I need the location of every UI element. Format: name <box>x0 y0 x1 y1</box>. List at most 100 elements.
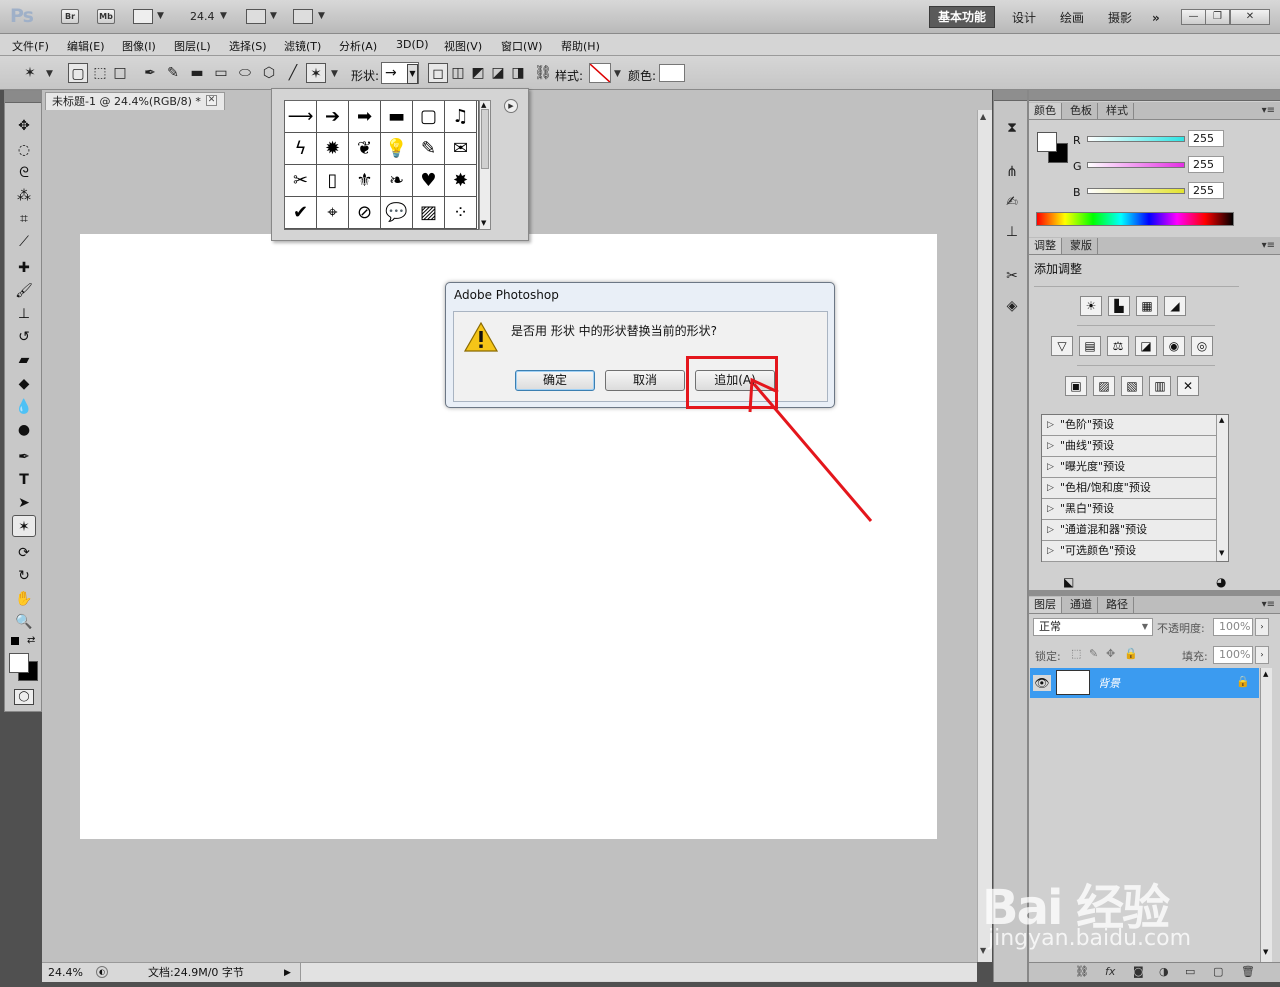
new-shape-layer-icon[interactable]: ◻ <box>428 63 448 83</box>
threshold-icon[interactable]: ▧ <box>1121 376 1143 396</box>
shape-cell[interactable]: 💬 <box>381 197 413 229</box>
eraser-tool-icon[interactable]: ▰ <box>12 349 36 371</box>
layer-visibility-eye-icon[interactable]: 👁 <box>1033 675 1051 691</box>
color-spectrum-bar[interactable] <box>1036 212 1234 226</box>
fill-arrow-icon[interactable]: › <box>1255 646 1269 664</box>
blur-tool-icon[interactable]: 💧 <box>12 396 36 418</box>
lock-pixels-icon[interactable]: ✎ <box>1089 647 1098 660</box>
gradient-map-icon[interactable]: ▥ <box>1149 376 1171 396</box>
close-window-button[interactable]: ✕ <box>1230 9 1270 25</box>
path-selection-tool-icon[interactable]: ➤ <box>12 492 36 514</box>
freeform-pen-icon[interactable]: ✎ <box>163 63 183 83</box>
shape-cell[interactable]: ✎ <box>413 133 445 165</box>
link-layers-icon[interactable]: ⛓ <box>1075 965 1089 978</box>
photo-filter-icon[interactable]: ◉ <box>1163 336 1185 356</box>
crop-tool-icon[interactable]: ⌗ <box>12 208 36 230</box>
menu-image[interactable]: 图像(I) <box>122 38 156 54</box>
horizontal-scrollbar[interactable] <box>300 963 977 981</box>
workspace-design-button[interactable]: 设计 <box>1008 9 1040 27</box>
status-menu-arrow-icon[interactable]: ▶ <box>284 964 291 982</box>
zoom-level[interactable]: 24.4 <box>190 10 215 23</box>
adjustment-layer-icon[interactable]: ◑ <box>1159 965 1169 978</box>
tools-panel-header[interactable] <box>5 91 41 103</box>
menu-help[interactable]: 帮助(H) <box>561 38 600 54</box>
preset-hue-saturation[interactable]: ▷ "色相/饱和度"预设 <box>1042 478 1216 499</box>
dodge-tool-icon[interactable]: ● <box>12 419 36 441</box>
scroll-up-icon[interactable]: ▲ <box>1219 416 1224 424</box>
rectangle-tool-icon[interactable]: ▬ <box>187 63 207 83</box>
shape-cell[interactable]: ⌖ <box>317 197 349 229</box>
delete-layer-icon[interactable]: 🗑 <box>1241 965 1255 978</box>
shape-cell[interactable]: 💡 <box>381 133 413 165</box>
vibrance-icon[interactable]: ▽ <box>1051 336 1073 356</box>
lock-position-icon[interactable]: ✥ <box>1106 647 1115 660</box>
shape-cell[interactable]: ✹ <box>317 133 349 165</box>
chevron-down-icon[interactable]: ▼ <box>407 64 418 84</box>
red-slider[interactable] <box>1087 136 1185 142</box>
pen-icon[interactable]: ✒ <box>140 63 160 83</box>
shape-cell[interactable]: ⊘ <box>349 197 381 229</box>
tab-channels[interactable]: 通道 <box>1065 597 1098 613</box>
new-group-icon[interactable]: ▭ <box>1185 965 1195 978</box>
black-white-icon[interactable]: ◪ <box>1135 336 1157 356</box>
menu-analysis[interactable]: 分析(A) <box>339 38 377 54</box>
menu-filter[interactable]: 滤镜(T) <box>284 38 321 54</box>
exposure-icon[interactable]: ◢ <box>1164 296 1186 316</box>
shape-cell[interactable]: ▢ <box>413 101 445 133</box>
style-swatch[interactable] <box>589 63 611 83</box>
fill-input[interactable]: 100% <box>1213 646 1253 664</box>
preset-black-white[interactable]: ▷ "黑白"预设 <box>1042 499 1216 520</box>
exclude-shape-areas-icon[interactable]: ◨ <box>508 63 528 83</box>
fill-pixels-mode-icon[interactable]: □ <box>110 63 130 83</box>
brightness-contrast-icon[interactable]: ☀ <box>1080 296 1102 316</box>
tool-preset-icon[interactable]: ✶ <box>20 63 40 83</box>
dock-header[interactable] <box>994 90 1027 101</box>
ok-button[interactable]: 确定 <box>515 370 595 391</box>
preset-exposure[interactable]: ▷ "曝光度"预设 <box>1042 457 1216 478</box>
zoom-tool-icon[interactable]: 🔍 <box>12 611 36 633</box>
paint-bucket-tool-icon[interactable]: ◆ <box>12 373 36 395</box>
chevron-down-icon[interactable]: ▼ <box>331 69 338 79</box>
green-slider[interactable] <box>1087 162 1185 168</box>
blue-value-input[interactable]: 255 <box>1188 182 1224 199</box>
tab-color[interactable]: 颜色 <box>1029 103 1062 119</box>
menu-view[interactable]: 视图(V) <box>444 38 482 54</box>
intersect-shape-areas-icon[interactable]: ◪ <box>488 63 508 83</box>
shape-cell[interactable]: ✸ <box>445 165 477 197</box>
shape-cell[interactable]: ♥ <box>413 165 445 197</box>
document-tab[interactable]: 未标题-1 @ 24.4%(RGB/8) * <box>45 92 225 110</box>
preset-curves[interactable]: ▷ "曲线"预设 <box>1042 436 1216 457</box>
preset-list-scrollbar[interactable]: ▲ ▼ <box>1216 415 1228 561</box>
arrange-documents-icon[interactable] <box>246 9 266 24</box>
lock-all-icon[interactable]: 🔒 <box>1124 647 1138 660</box>
menu-3d[interactable]: 3D(D) <box>396 38 429 51</box>
vertical-scrollbar[interactable]: ▲ ▼ <box>977 110 992 962</box>
link-icon[interactable]: ⛓ <box>533 63 553 83</box>
move-tool-icon[interactable]: ✥ <box>12 115 36 137</box>
menu-file[interactable]: 文件(F) <box>12 38 49 54</box>
brush-presets-icon[interactable]: ⋔ <box>1002 162 1022 182</box>
cancel-button[interactable]: 取消 <box>605 370 685 391</box>
launch-bridge-button[interactable]: Br <box>61 9 79 24</box>
layer-name[interactable]: 背景 <box>1098 675 1120 691</box>
blend-mode-select[interactable]: 正常 ▼ <box>1033 618 1153 636</box>
subtract-shape-area-icon[interactable]: ◩ <box>468 63 488 83</box>
preset-selective-color[interactable]: ▷ "可选颜色"预设 <box>1042 541 1216 562</box>
marquee-tool-icon[interactable]: ◌ <box>12 139 36 161</box>
screen-mode-icon[interactable] <box>293 9 313 24</box>
shape-cell[interactable]: ➡ <box>349 101 381 133</box>
workspace-essentials-button[interactable]: 基本功能 <box>929 6 995 28</box>
tab-adjustments[interactable]: 调整 <box>1029 238 1062 254</box>
shape-cell[interactable]: ▯ <box>317 165 349 197</box>
panel-menu-icon[interactable]: ▾≡ <box>1262 240 1275 251</box>
tab-swatches[interactable]: 色板 <box>1065 103 1098 119</box>
more-workspaces-button[interactable]: » <box>1148 9 1164 27</box>
custom-shape-tool-icon[interactable]: ✶ <box>12 515 36 537</box>
history-panel-icon[interactable]: ⧗ <box>1002 118 1022 138</box>
hue-saturation-icon[interactable]: ▤ <box>1079 336 1101 356</box>
workspace-painting-button[interactable]: 绘画 <box>1056 9 1088 27</box>
paths-mode-icon[interactable]: ⬚ <box>90 63 110 83</box>
tool-presets-icon[interactable]: ✂ <box>1002 266 1022 286</box>
levels-icon[interactable]: ▙ <box>1108 296 1130 316</box>
shape-cell[interactable]: ✂ <box>285 165 317 197</box>
